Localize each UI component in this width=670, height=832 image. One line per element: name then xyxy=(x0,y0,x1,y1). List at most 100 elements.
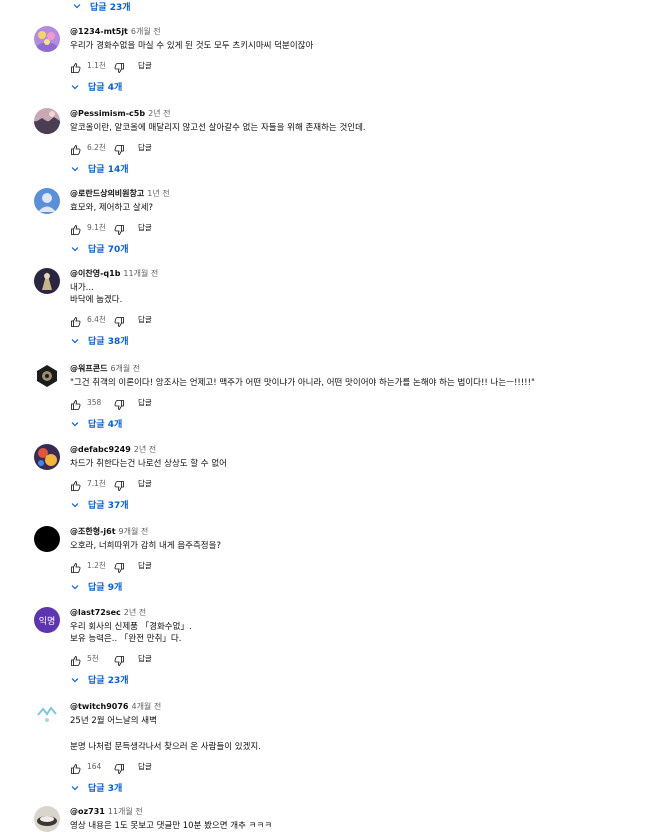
avatar-initials: 익명 xyxy=(38,616,56,627)
comment-author[interactable]: @oz731 xyxy=(70,807,105,816)
replies-toggle[interactable]: 답글 37개 xyxy=(70,498,650,511)
comment-time[interactable]: 2년 전 xyxy=(124,608,146,617)
comment-text: 25년 2월 어느날의 새벽 분명 나처럼 문득생각나서 찾으러 온 사람들이 … xyxy=(70,716,261,752)
replies-toggle-top[interactable]: 답글 23개 xyxy=(72,0,131,13)
thumbs-down-icon[interactable] xyxy=(113,477,125,491)
reply-button[interactable]: 답글 xyxy=(138,397,152,408)
thumbs-down-icon[interactable] xyxy=(113,760,125,774)
avatar[interactable] xyxy=(34,444,60,470)
comment-time[interactable]: 11개월 전 xyxy=(108,807,143,816)
comment-time[interactable]: 2년 전 xyxy=(134,445,156,454)
thumbs-down-icon[interactable] xyxy=(113,652,125,666)
avatar[interactable] xyxy=(34,26,60,52)
comment-author[interactable]: @로란드상의비원창고 xyxy=(70,189,144,198)
avatar[interactable] xyxy=(34,108,60,134)
thumbs-up-icon[interactable] xyxy=(70,59,82,73)
like-count: 6.2천 xyxy=(87,142,106,152)
reply-button[interactable]: 답글 xyxy=(138,314,152,325)
replies-count: 답글 4개 xyxy=(88,83,123,93)
comment-time[interactable]: 11개월 전 xyxy=(123,269,158,278)
chevron-down-icon xyxy=(70,164,80,174)
comment-text: 알코올이란, 알코올에 매달리지 않고선 살아갈수 없는 자들을 위해 존재하는… xyxy=(70,123,366,133)
thumbs-down-icon[interactable] xyxy=(113,59,125,73)
chevron-down-icon xyxy=(70,783,80,793)
replies-toggle[interactable]: 답글 23개 xyxy=(70,673,650,686)
comment-text: 우리가 경화수없을 마실 수 있게 된 것도 모두 츠키시마씨 덕분이잖아 xyxy=(70,41,314,51)
comment-time[interactable]: 6개월 전 xyxy=(131,27,161,36)
avatar[interactable] xyxy=(34,806,60,832)
thumbs-up-icon[interactable] xyxy=(70,652,82,666)
comment-time[interactable]: 1년 전 xyxy=(147,189,169,198)
replies-count: 답글 3개 xyxy=(88,784,123,794)
thumbs-up-icon[interactable] xyxy=(70,221,82,235)
comment-time[interactable]: 4개월 전 xyxy=(131,702,161,711)
thumbs-up-icon[interactable] xyxy=(70,396,82,410)
thumbs-up-icon[interactable] xyxy=(70,559,82,573)
like-count: 6.4천 xyxy=(87,314,106,324)
replies-toggle[interactable]: 답글 70개 xyxy=(70,242,650,255)
reply-button[interactable]: 답글 xyxy=(138,478,152,489)
comment-time[interactable]: 6개월 전 xyxy=(110,364,140,373)
reply-button[interactable]: 답글 xyxy=(138,560,152,571)
comment-author[interactable]: @워프콘드 xyxy=(70,364,107,373)
comment-author[interactable]: @defabc9249 xyxy=(70,445,131,454)
reply-button[interactable]: 답글 xyxy=(138,142,152,153)
thumbs-up-icon[interactable] xyxy=(70,760,82,774)
avatar[interactable] xyxy=(34,188,60,214)
replies-toggle[interactable]: 답글 4개 xyxy=(70,80,650,93)
like-count: 7.1천 xyxy=(87,478,106,488)
like-count: 164 xyxy=(87,761,102,771)
chevron-down-icon xyxy=(70,336,80,346)
replies-count: 답글 37개 xyxy=(88,501,129,511)
thumbs-up-icon[interactable] xyxy=(70,477,82,491)
thumbs-down-icon[interactable] xyxy=(113,141,125,155)
replies-toggle[interactable]: 답글 38개 xyxy=(70,334,650,347)
thumbs-down-icon[interactable] xyxy=(113,396,125,410)
comment-author[interactable]: @twitch9076 xyxy=(70,702,128,711)
reply-button[interactable]: 답글 xyxy=(138,653,152,664)
avatar[interactable] xyxy=(34,701,60,727)
replies-count: 답글 38개 xyxy=(88,337,129,347)
thumbs-up-icon[interactable] xyxy=(70,313,82,327)
comment-time[interactable]: 9개월 전 xyxy=(119,527,149,536)
comment-text: 우리 회사의 신제품 「경화수없」. 보유 능력은.. 「완전 만취」다. xyxy=(70,622,192,644)
avatar[interactable] xyxy=(34,268,60,294)
replies-count: 답글 9개 xyxy=(88,583,123,593)
like-count: 5천 xyxy=(87,653,99,663)
like-count: 1.2천 xyxy=(87,560,106,570)
chevron-down-icon xyxy=(70,582,80,592)
comment-time[interactable]: 2년 전 xyxy=(148,109,170,118)
reply-button[interactable]: 답글 xyxy=(138,222,152,233)
thumbs-down-icon[interactable] xyxy=(113,221,125,235)
avatar[interactable]: 익명 xyxy=(34,607,60,633)
like-count: 358 xyxy=(87,397,102,407)
thumbs-down-icon[interactable] xyxy=(113,559,125,573)
comment-text: 효모와, 제어하고 살세? xyxy=(70,203,153,213)
chevron-down-icon xyxy=(72,1,82,11)
replies-count: 답글 14개 xyxy=(88,165,129,175)
avatar[interactable] xyxy=(34,363,60,389)
replies-toggle[interactable]: 답글 14개 xyxy=(70,162,650,175)
like-count: 1.1천 xyxy=(87,60,106,70)
replies-toggle[interactable]: 답글 3개 xyxy=(70,781,650,794)
comment-author[interactable]: @이찬영-q1b xyxy=(70,269,120,278)
chevron-down-icon xyxy=(70,419,80,429)
comment-author[interactable]: @Pessimism-c5b xyxy=(70,109,145,118)
replies-toggle[interactable]: 답글 4개 xyxy=(70,417,650,430)
comment-text: 내가... 바닥에 눕겠다. xyxy=(70,283,123,305)
chevron-down-icon xyxy=(70,244,80,254)
comment-author[interactable]: @last72sec xyxy=(70,608,121,617)
thumbs-down-icon[interactable] xyxy=(113,313,125,327)
avatar[interactable] xyxy=(34,526,60,552)
replies-toggle[interactable]: 답글 9개 xyxy=(70,580,650,593)
replies-count: 답글 23개 xyxy=(88,676,129,686)
chevron-down-icon xyxy=(70,82,80,92)
comment-text: 차드가 취한다는건 나로선 상상도 할 수 없어 xyxy=(70,459,227,469)
chevron-down-icon xyxy=(70,500,80,510)
thumbs-up-icon[interactable] xyxy=(70,141,82,155)
reply-button[interactable]: 답글 xyxy=(138,761,152,772)
comment-author[interactable]: @1234-mt5jt xyxy=(70,27,128,36)
comment-text: 오호라, 너희따위가 감히 내게 음주측정을? xyxy=(70,541,221,551)
comment-author[interactable]: @조한형-j6t xyxy=(70,527,116,536)
reply-button[interactable]: 답글 xyxy=(138,60,152,71)
